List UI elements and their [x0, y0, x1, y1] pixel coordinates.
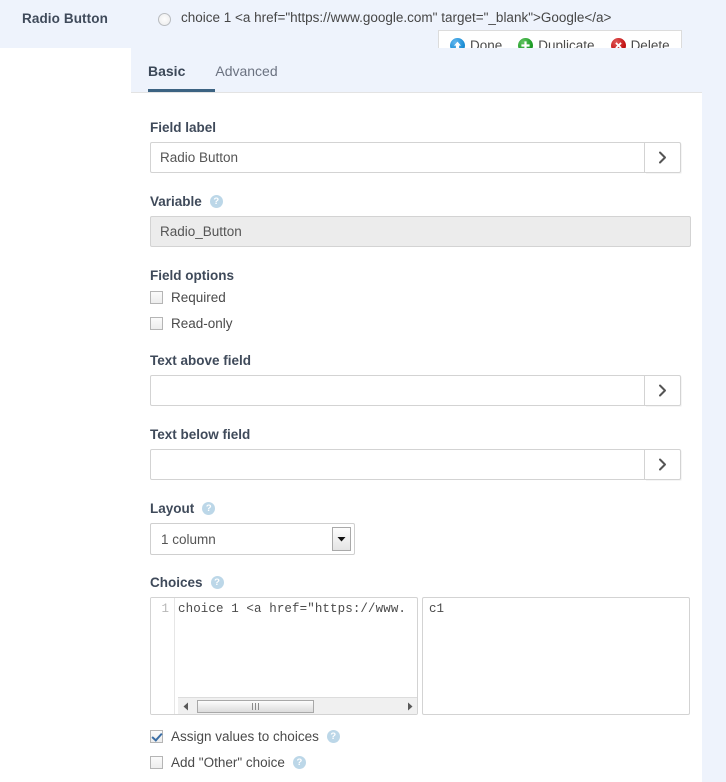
other-choice-checkbox[interactable]: [150, 756, 163, 769]
checkbox-row-assign-values[interactable]: Assign values to choices ?: [150, 729, 340, 744]
text-below-heading: Text below field: [150, 427, 681, 442]
code-line-number: 1: [161, 602, 169, 616]
help-circle-icon[interactable]: ?: [210, 576, 224, 589]
layout-heading-text: Layout: [150, 501, 195, 516]
scrollbar-grip: [255, 702, 256, 710]
field-label-expand-button[interactable]: [645, 142, 681, 173]
variable-heading-text: Variable: [150, 194, 202, 209]
choices-editors-wrap: 1 choice 1 <a href="https://www. c1: [150, 597, 690, 715]
radio-unselected-icon[interactable]: [158, 13, 171, 26]
other-choice-checkbox-label: Add "Other" choice: [171, 755, 285, 770]
required-checkbox[interactable]: [150, 291, 163, 304]
choices-horizontal-scrollbar[interactable]: [178, 697, 417, 714]
choice-values-editor[interactable]: c1: [422, 597, 690, 715]
preview-choice-label: choice 1 <a href="https://www.google.com…: [181, 10, 612, 25]
variable-value: Radio_Button: [150, 216, 691, 247]
readonly-checkbox[interactable]: [150, 317, 163, 330]
assign-values-checkbox[interactable]: [150, 730, 163, 743]
caret-down-icon[interactable]: [332, 527, 351, 551]
choices-heading: Choices ?: [150, 575, 690, 590]
checkbox-row-required[interactable]: Required: [150, 290, 234, 305]
caret-left-icon[interactable]: [178, 699, 193, 714]
text-above-group: Text above field: [150, 353, 681, 406]
choices-options-group: Assign values to choices ? Add "Other" c…: [150, 729, 340, 781]
help-circle-icon[interactable]: ?: [202, 502, 216, 515]
choices-code-text: choice 1 <a href="https://www.: [178, 602, 407, 616]
help-circle-icon[interactable]: ?: [209, 195, 223, 208]
readonly-checkbox-label: Read-only: [171, 316, 233, 331]
preview-field-title: Radio Button: [22, 11, 108, 26]
form-canvas-left-column: [0, 48, 131, 782]
scrollbar-grip: [252, 702, 253, 710]
field-label-heading-text: Field label: [150, 120, 217, 135]
text-above-heading: Text above field: [150, 353, 681, 368]
text-above-input[interactable]: [150, 375, 645, 406]
choices-group: Choices ? 1 choice 1 <a href="https://ww…: [150, 575, 690, 715]
help-circle-icon[interactable]: ?: [326, 730, 340, 743]
layout-group: Layout ? 1 column: [150, 501, 355, 555]
field-settings-panel: Basic Advanced Field label Variable ? Ra…: [131, 48, 702, 782]
text-below-input[interactable]: [150, 449, 645, 480]
choices-code-editor[interactable]: 1 choice 1 <a href="https://www.: [150, 597, 418, 715]
chevron-right-icon: [659, 151, 666, 164]
settings-panel-body: Field label Variable ? Radio_Button Fiel…: [131, 92, 702, 782]
choices-heading-text: Choices: [150, 575, 203, 590]
field-options-group: Field options Required Read-only: [150, 268, 234, 342]
tab-advanced[interactable]: Advanced: [215, 58, 277, 89]
field-options-heading-text: Field options: [150, 268, 234, 283]
help-circle-icon[interactable]: ?: [292, 756, 306, 769]
field-label-input[interactable]: [150, 142, 645, 173]
field-options-heading: Field options: [150, 268, 234, 283]
text-below-expand-button[interactable]: [645, 449, 681, 480]
required-checkbox-label: Required: [171, 290, 226, 305]
scrollbar-track[interactable]: [193, 699, 402, 714]
assign-values-checkbox-label: Assign values to choices: [171, 729, 319, 744]
variable-heading: Variable ?: [150, 194, 691, 209]
layout-select-value: 1 column: [161, 531, 216, 547]
field-label-heading: Field label: [150, 120, 681, 135]
caret-right-icon[interactable]: [402, 699, 417, 714]
text-below-input-row: [150, 449, 681, 480]
field-label-group: Field label: [150, 120, 681, 173]
layout-heading: Layout ?: [150, 501, 355, 516]
checkbox-row-other-choice[interactable]: Add "Other" choice ?: [150, 755, 340, 770]
text-above-heading-text: Text above field: [150, 353, 252, 368]
tab-basic[interactable]: Basic: [148, 58, 185, 89]
checkbox-row-readonly[interactable]: Read-only: [150, 316, 234, 331]
scrollbar-thumb[interactable]: [197, 699, 314, 713]
code-editor-gutter: 1: [151, 598, 175, 714]
scrollbar-grip: [258, 702, 259, 710]
layout-select[interactable]: 1 column: [150, 523, 355, 555]
chevron-right-icon: [659, 458, 666, 471]
variable-group: Variable ? Radio_Button: [150, 194, 691, 247]
text-above-expand-button[interactable]: [645, 375, 681, 406]
chevron-right-icon: [659, 384, 666, 397]
field-label-input-row: [150, 142, 681, 173]
text-below-group: Text below field: [150, 427, 681, 480]
text-below-heading-text: Text below field: [150, 427, 251, 442]
text-above-input-row: [150, 375, 681, 406]
